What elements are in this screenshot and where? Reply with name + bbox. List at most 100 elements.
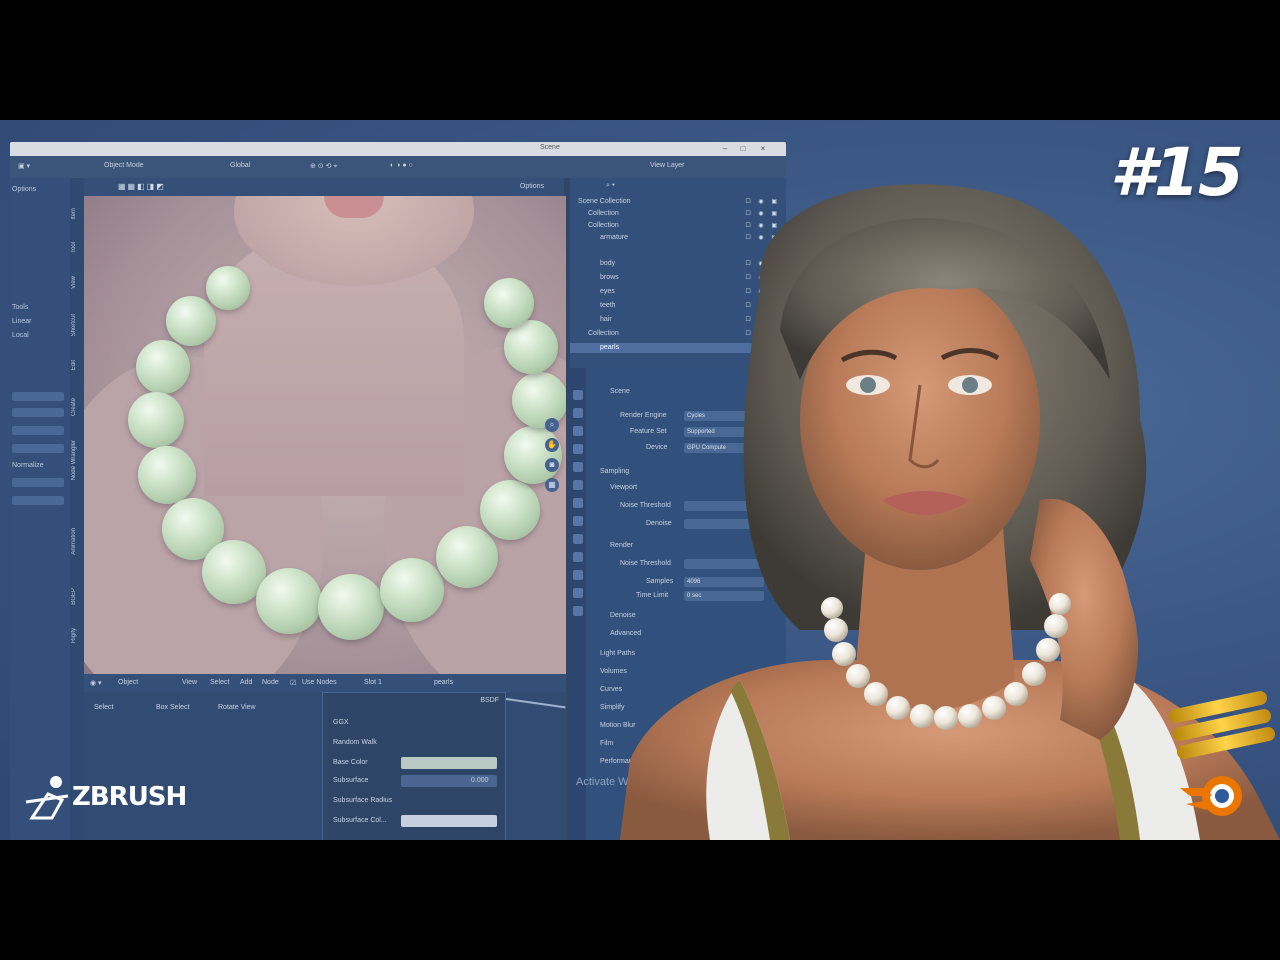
pearl-bead [318, 574, 384, 640]
snap-icons[interactable]: ⊕ ⊙ ⟲ ⌖ [310, 162, 337, 171]
render-tab-icon[interactable] [573, 408, 583, 418]
tab-item[interactable]: Item [71, 208, 83, 220]
zbrush-wordmark: ZBRUSH [72, 782, 187, 812]
pearl-bead [504, 426, 562, 484]
window-title: Scene [540, 144, 560, 151]
subsurface-color-label: Subsurface Col... [333, 817, 387, 824]
viewport-tool-icons[interactable]: ▦▦◧◨◩ [118, 182, 166, 191]
menu-select[interactable]: Select [210, 679, 229, 686]
blender-logo [1180, 776, 1242, 816]
left-field[interactable] [12, 408, 64, 417]
slot-dropdown[interactable]: Slot 1 [364, 679, 382, 686]
pearl-bead [484, 278, 534, 328]
view-layer-tab-icon[interactable] [573, 444, 583, 454]
left-field[interactable] [12, 392, 64, 401]
overlay-icons[interactable]: ◐ ◑ ● ○ [390, 162, 413, 169]
character-render [620, 184, 1280, 840]
tab-rigify[interactable]: Rigify [71, 628, 83, 643]
node-editor-type[interactable]: Object [118, 679, 138, 686]
video-thumbnail: Scene – □ × ▣ ▾ Object Mode Global ⊕ ⊙ ⟲… [0, 120, 1280, 840]
close-icon[interactable]: × [758, 144, 768, 153]
tool-tab-icon[interactable] [573, 390, 583, 400]
physics-tab-icon[interactable] [573, 552, 583, 562]
panel-curves[interactable]: Curves [600, 686, 622, 693]
pearl-bead [256, 568, 322, 634]
3d-viewport[interactable] [84, 196, 566, 674]
left-tools-label: Tools [12, 304, 29, 311]
left-normalize-label: Normalize [12, 462, 44, 469]
menu-add[interactable]: Add [240, 679, 252, 686]
output-tab-icon[interactable] [573, 426, 583, 436]
tab-edit[interactable]: Edit [71, 360, 83, 370]
tab-bgep[interactable]: BGEP [71, 588, 83, 605]
tab-node-wrangler[interactable]: Node Wrangler [71, 440, 83, 480]
world-tab-icon[interactable] [573, 480, 583, 490]
distribution-dropdown[interactable]: GGX [333, 719, 349, 726]
outliner-row[interactable]: Collection [588, 210, 619, 217]
letterbox-top [0, 0, 1280, 120]
subsurface-color-swatch[interactable] [401, 815, 497, 827]
properties-tabs [570, 368, 586, 840]
menu-node[interactable]: Node [262, 679, 279, 686]
principled-bsdf-node[interactable]: BSDF GGX Random Walk Base Color Subsurfa… [322, 692, 506, 840]
pearl-bead [138, 446, 196, 504]
base-color-label: Base Color [333, 759, 368, 766]
zbrush-logo: ZBRUSH [22, 772, 187, 822]
use-nodes-checkbox[interactable]: ☑ [290, 679, 296, 687]
outliner-row[interactable]: Collection [588, 330, 619, 337]
transform-orientation-dropdown[interactable]: Global [230, 162, 250, 169]
pearl-bead [166, 296, 216, 346]
zoom-icon[interactable]: ⌕ [545, 418, 559, 432]
data-tab-icon[interactable] [573, 588, 583, 598]
zbrush-icon [25, 776, 69, 820]
window-titlebar: Scene – □ × [10, 142, 786, 156]
options-dropdown[interactable]: Options [520, 183, 544, 190]
editor-type-icon[interactable]: ▣ ▾ [18, 162, 30, 170]
subsurface-method-dropdown[interactable]: Random Walk [333, 739, 377, 746]
iris-left-shape [860, 377, 876, 393]
outliner-row[interactable]: brows [600, 274, 619, 281]
episode-number: #15 [1110, 134, 1244, 211]
left-local-label: Local [12, 332, 29, 339]
left-field[interactable] [12, 478, 64, 487]
left-field[interactable] [12, 426, 64, 435]
left-field[interactable] [12, 444, 64, 453]
base-color-swatch[interactable] [401, 757, 497, 769]
status-select: Select [94, 704, 114, 711]
editor-type-icon[interactable]: ◉ ▾ [90, 679, 102, 687]
camera-icon[interactable]: ◙ [545, 458, 559, 472]
scene-tab-icon[interactable] [573, 462, 583, 472]
outliner-filter-icon[interactable]: ⌕ ▾ [606, 182, 615, 190]
minimize-icon[interactable]: – [720, 144, 730, 153]
perspective-grid-icon[interactable]: ▦ [545, 478, 559, 492]
subsurface-label: Subsurface [333, 777, 369, 784]
tab-animation[interactable]: Animation [71, 528, 83, 555]
pan-hand-icon[interactable]: ✋ [545, 438, 559, 452]
tab-shortcut[interactable]: Shortcut [71, 314, 83, 336]
tab-tool[interactable]: Tool [71, 242, 83, 253]
material-tab-icon[interactable] [573, 606, 583, 616]
outliner-row-selected[interactable]: pearls [600, 344, 619, 351]
particles-tab-icon[interactable] [573, 534, 583, 544]
menu-view[interactable]: View [182, 679, 197, 686]
outliner-row[interactable]: Collection [588, 222, 619, 229]
material-dropdown[interactable]: pearls [434, 679, 453, 686]
panel-film[interactable]: Film [600, 740, 613, 747]
outliner-row[interactable]: eyes [600, 288, 615, 295]
left-field[interactable] [12, 496, 64, 505]
mode-dropdown[interactable]: Object Mode [104, 162, 144, 169]
outliner-row[interactable]: body [600, 260, 615, 267]
pearl-bead [136, 340, 190, 394]
modifier-tab-icon[interactable] [573, 516, 583, 526]
node-header: BSDF [480, 697, 499, 704]
outliner-row[interactable]: hair [600, 316, 612, 323]
tab-view[interactable]: View [71, 276, 83, 289]
outliner-row[interactable]: teeth [600, 302, 616, 309]
constraints-tab-icon[interactable] [573, 570, 583, 580]
status-box-select: Box Select [156, 704, 190, 711]
maximize-icon[interactable]: □ [738, 144, 748, 153]
pearl-bead [206, 266, 250, 310]
tab-create[interactable]: Create [71, 398, 83, 416]
pearl-bead [480, 480, 540, 540]
object-tab-icon[interactable] [573, 498, 583, 508]
